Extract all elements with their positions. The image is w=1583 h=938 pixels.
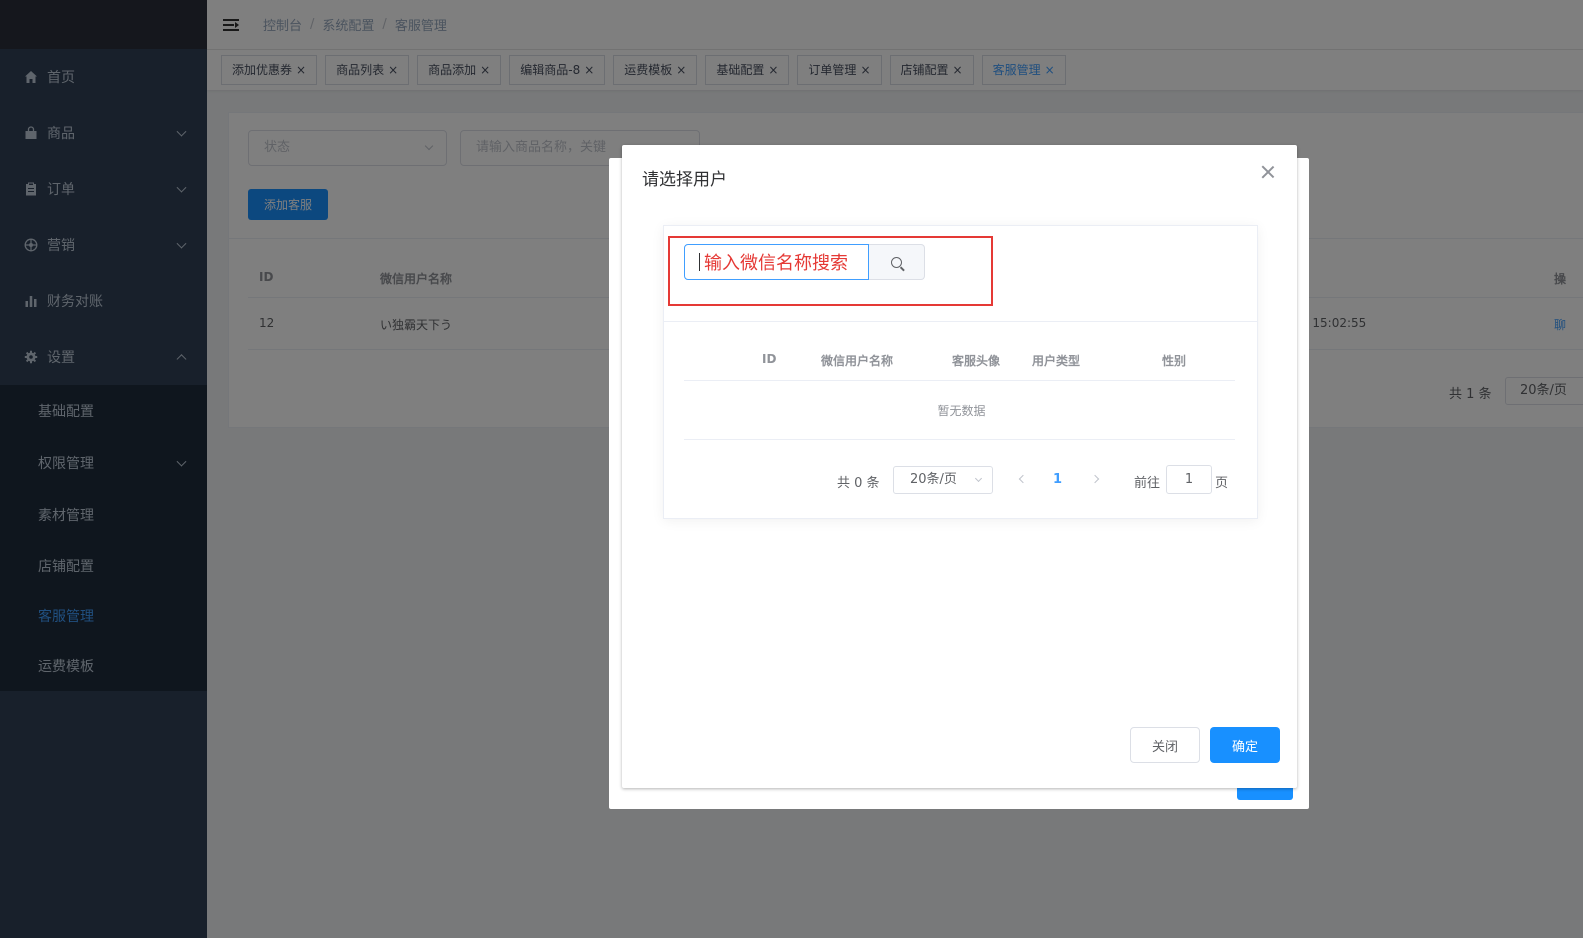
current-page-number[interactable]: 1 [1053,472,1062,487]
close-button[interactable]: 关闭 [1130,727,1200,763]
confirm-button[interactable]: 确定 [1210,727,1280,763]
empty-state-text: 暂无数据 [937,404,986,418]
table-divider [684,439,1235,440]
divider [664,321,1257,322]
goto-page-input[interactable]: 1 [1166,465,1212,494]
page-size-value: 20条/页 [910,472,957,487]
prev-page-icon[interactable] [1018,474,1028,484]
table-divider [684,380,1235,381]
search-button[interactable] [869,244,925,280]
wechat-name-search-input[interactable]: 输入微信名称搜索 [684,244,869,280]
user-table-card: 输入微信名称搜索 ID 微信用户名称 客服头像 用户类型 性别 暂无数据 共 0… [663,225,1258,519]
search-icon [891,256,902,268]
table-header-avatar: 客服头像 [952,354,1001,368]
table-header-gender: 性别 [1162,354,1187,368]
page-suffix-label: 页 [1215,476,1229,491]
pagination-total: 共 0 条 [837,476,880,491]
page-size-select[interactable]: 20条/页 [893,466,993,494]
table-header-name: 微信用户名称 [821,354,894,368]
table-header-id: ID [762,352,777,366]
table-header-user-type: 用户类型 [1032,354,1081,368]
goto-label: 前往 [1134,476,1161,491]
select-user-dialog: 请选择用户 输入微信名称搜索 ID 微信用户名称 客服头像 用户类型 性别 暂无… [622,145,1297,788]
close-icon[interactable] [1261,165,1275,179]
search-input-text: 输入微信名称搜索 [704,253,848,274]
text-caret [699,253,700,271]
next-page-icon[interactable] [1090,474,1100,484]
dialog-title: 请选择用户 [642,170,727,190]
chevron-down-icon [974,474,983,483]
